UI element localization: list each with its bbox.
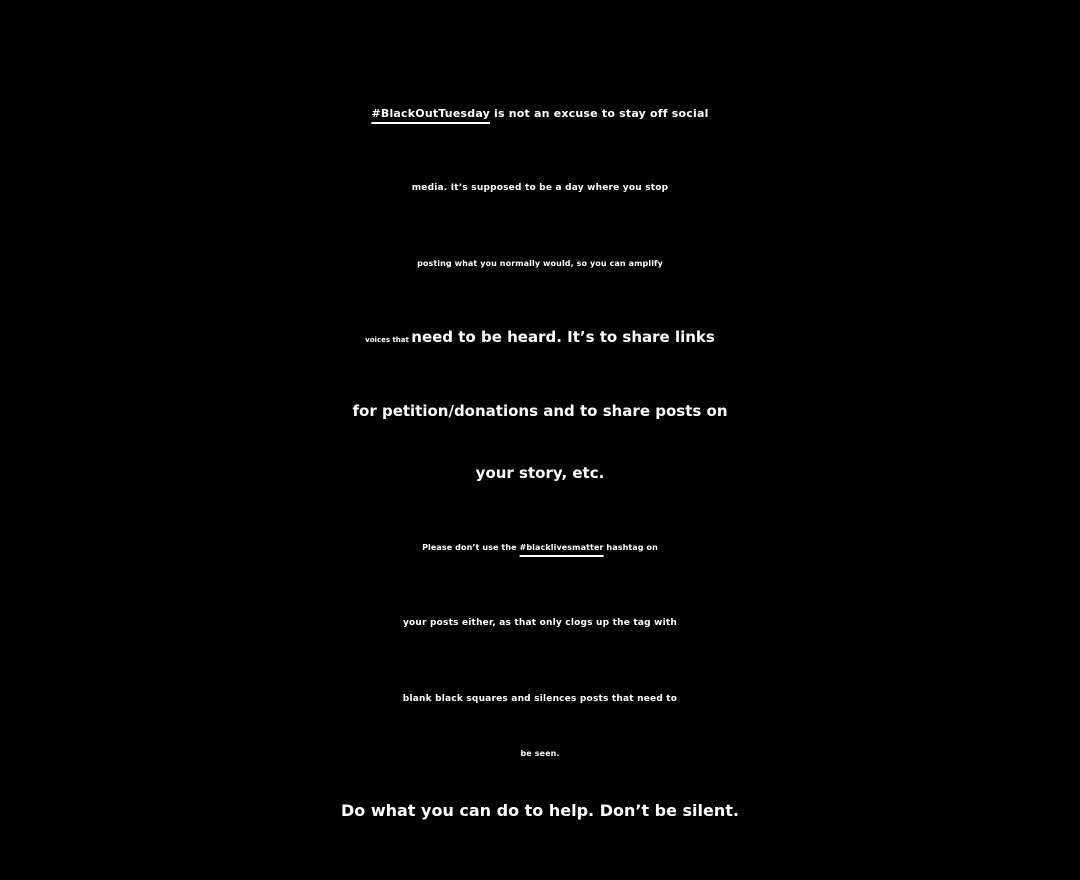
text-line: media. It’s supposed to be a day where y… — [411, 183, 669, 193]
hashtag-link[interactable]: #blacklivesmatter — [520, 543, 604, 552]
text-line: blank black squares and silences posts t… — [402, 694, 678, 704]
text-line: voices that need to be heard. It’s to sh… — [0, 330, 1080, 345]
closing-line: Do what you can do to help. Don’t be sil… — [340, 801, 739, 820]
text-segment: hashtag on — [603, 543, 658, 552]
text-line: be seen. — [520, 749, 560, 758]
text-segment: need to be heard. It’s to share links — [411, 328, 715, 346]
text-line: posting what you normally would, so you … — [417, 259, 663, 268]
text-line: Please don’t use the #blacklivesmatter h… — [0, 544, 1080, 552]
story-screen: #BlackOutTuesday is not an excuse to sta… — [0, 0, 1080, 880]
text-line: your story, etc. — [475, 464, 605, 482]
hashtag-link[interactable]: #BlackOutTuesday — [371, 107, 490, 120]
text-line: #BlackOutTuesday is not an excuse to sta… — [0, 108, 1080, 119]
text-line: your posts either, as that only clogs up… — [402, 618, 678, 628]
text-segment: voices that — [365, 336, 412, 344]
text-segment: Please don’t use the — [422, 543, 520, 552]
text-line: for petition/donations and to share post… — [352, 402, 728, 420]
text-segment: is not an excuse to stay off social — [489, 107, 709, 120]
